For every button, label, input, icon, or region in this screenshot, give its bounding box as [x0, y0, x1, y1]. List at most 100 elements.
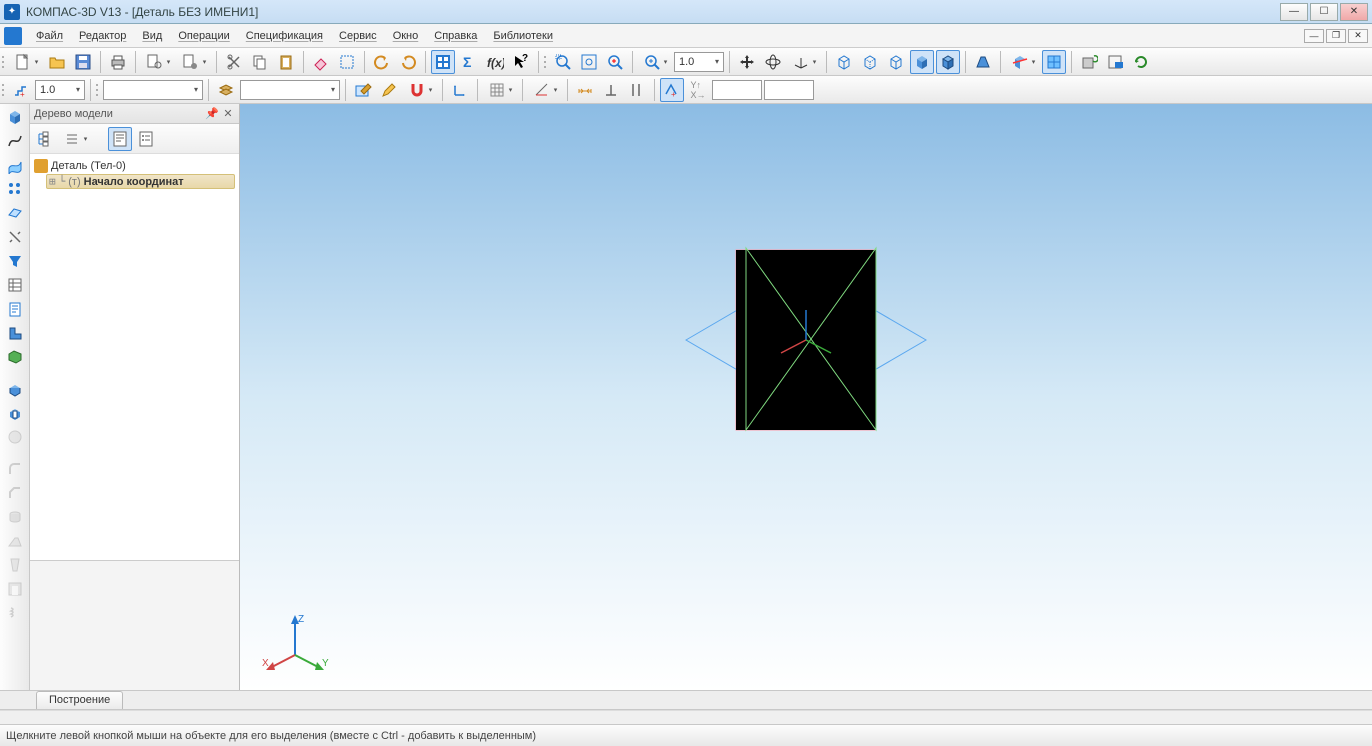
- maximize-button[interactable]: ☐: [1310, 3, 1338, 21]
- menu-operations[interactable]: Операции: [170, 27, 237, 45]
- properties-button[interactable]: [177, 50, 211, 74]
- report-tool[interactable]: [3, 298, 27, 320]
- orientation-button[interactable]: [787, 50, 821, 74]
- draft-tool[interactable]: [3, 554, 27, 576]
- menu-window[interactable]: Окно: [385, 27, 427, 45]
- shaded-edges-button[interactable]: [936, 50, 960, 74]
- chamfer-tool[interactable]: [3, 482, 27, 504]
- tree-titlebar[interactable]: Дерево модели 📌 ✕: [30, 104, 239, 124]
- simplified-button[interactable]: [1042, 50, 1066, 74]
- expand-icon[interactable]: ⊞: [49, 175, 56, 188]
- toolbar-grip-2[interactable]: [544, 51, 549, 73]
- edit-sketch-button[interactable]: [377, 78, 401, 102]
- menu-file[interactable]: Файл: [28, 27, 71, 45]
- minimize-button[interactable]: —: [1280, 3, 1308, 21]
- close-panel-button[interactable]: ✕: [221, 107, 235, 121]
- fx-button[interactable]: f(x): [483, 50, 507, 74]
- snap-button[interactable]: [403, 78, 437, 102]
- tree-view1-button[interactable]: [108, 127, 132, 151]
- fillet-tool[interactable]: [3, 458, 27, 480]
- hole-tool[interactable]: [3, 506, 27, 528]
- paste-button[interactable]: [274, 50, 298, 74]
- library-manager-button[interactable]: [431, 50, 455, 74]
- thread-tool[interactable]: [3, 602, 27, 624]
- style-combo[interactable]: ▾: [103, 80, 203, 100]
- local-cs-button[interactable]: [448, 78, 472, 102]
- refresh-button[interactable]: [1129, 50, 1153, 74]
- new-document-button[interactable]: [9, 50, 43, 74]
- tree-display-button[interactable]: [58, 127, 92, 151]
- layers-button[interactable]: [214, 78, 238, 102]
- ortho-button[interactable]: [528, 78, 562, 102]
- menu-libraries[interactable]: Библиотеки: [485, 27, 561, 45]
- dim-auto-button[interactable]: [573, 78, 597, 102]
- zoom-dynamic-button[interactable]: [603, 50, 627, 74]
- tree-view2-button[interactable]: [134, 127, 158, 151]
- step-combo[interactable]: 1.0▾: [35, 80, 85, 100]
- zoom-window-button[interactable]: [551, 50, 575, 74]
- shaded-button[interactable]: [910, 50, 934, 74]
- elements-tool[interactable]: [3, 322, 27, 344]
- layer-combo[interactable]: ▾: [240, 80, 340, 100]
- x-field[interactable]: [712, 80, 762, 100]
- constraint-perp-button[interactable]: [599, 78, 623, 102]
- spec-tool[interactable]: [3, 274, 27, 296]
- help-cursor-button[interactable]: ?: [509, 50, 533, 74]
- hscroll-area[interactable]: [0, 710, 1372, 724]
- filter-tool[interactable]: [3, 250, 27, 272]
- cut-button[interactable]: [222, 50, 246, 74]
- variables-button[interactable]: Σ: [457, 50, 481, 74]
- shell-tool[interactable]: [3, 578, 27, 600]
- select-all-button[interactable]: [335, 50, 359, 74]
- tree-body[interactable]: Деталь (Тел-0) ⊞ └ (т) Начало координат: [30, 154, 239, 560]
- step-button[interactable]: +: [9, 78, 33, 102]
- show-all-button[interactable]: [1103, 50, 1127, 74]
- tree-root-row[interactable]: Деталь (Тел-0): [34, 158, 235, 174]
- 3d-viewport[interactable]: Z X Y: [240, 104, 1372, 690]
- mdi-close-button[interactable]: ✕: [1348, 29, 1368, 43]
- constraint-parallel-button[interactable]: [625, 78, 649, 102]
- wireframe-button[interactable]: [832, 50, 856, 74]
- mdi-restore-button[interactable]: ❐: [1326, 29, 1346, 43]
- perspective-button[interactable]: [971, 50, 995, 74]
- rotate-button[interactable]: [761, 50, 785, 74]
- surface-tool[interactable]: [3, 154, 27, 176]
- y-field[interactable]: [764, 80, 814, 100]
- redo-button[interactable]: [396, 50, 420, 74]
- extrude-tool[interactable]: [3, 378, 27, 400]
- section-view-button[interactable]: [1006, 50, 1040, 74]
- solid-cube-tool[interactable]: [3, 106, 27, 128]
- mdi-minimize-button[interactable]: —: [1304, 29, 1324, 43]
- menu-specification[interactable]: Спецификация: [238, 27, 331, 45]
- rib-tool[interactable]: [3, 530, 27, 552]
- curve-tool[interactable]: [3, 130, 27, 152]
- pan-button[interactable]: [735, 50, 759, 74]
- tree-structure-button[interactable]: [32, 127, 56, 151]
- aux-geom-tool[interactable]: [3, 202, 27, 224]
- pin-icon[interactable]: 📌: [205, 107, 219, 121]
- menu-service[interactable]: Сервис: [331, 27, 385, 45]
- measure-tool[interactable]: [3, 226, 27, 248]
- hidden-lines-button[interactable]: [858, 50, 882, 74]
- toolbar-grip[interactable]: [2, 51, 7, 73]
- toolbar-grip-4[interactable]: [96, 79, 101, 101]
- toolbar-grip-3[interactable]: [2, 79, 7, 101]
- undo-button[interactable]: [370, 50, 394, 74]
- eraser-button[interactable]: [309, 50, 333, 74]
- sketch-button[interactable]: [351, 78, 375, 102]
- menu-editor[interactable]: Редактор: [71, 27, 134, 45]
- sheet-body-tool[interactable]: [3, 346, 27, 368]
- parametric-button[interactable]: +: [660, 78, 684, 102]
- close-button[interactable]: ✕: [1340, 3, 1368, 21]
- print-button[interactable]: [106, 50, 130, 74]
- cut-extrude-tool[interactable]: [3, 402, 27, 424]
- save-button[interactable]: [71, 50, 95, 74]
- zoom-fit-button[interactable]: [577, 50, 601, 74]
- menu-help[interactable]: Справка: [426, 27, 485, 45]
- tree-origin-row[interactable]: ⊞ └ (т) Начало координат: [46, 174, 235, 189]
- copy-button[interactable]: [248, 50, 272, 74]
- preview-button[interactable]: [141, 50, 175, 74]
- tab-build[interactable]: Построение: [36, 691, 123, 709]
- zoom-scale-button[interactable]: [638, 50, 672, 74]
- grid-button[interactable]: [483, 78, 517, 102]
